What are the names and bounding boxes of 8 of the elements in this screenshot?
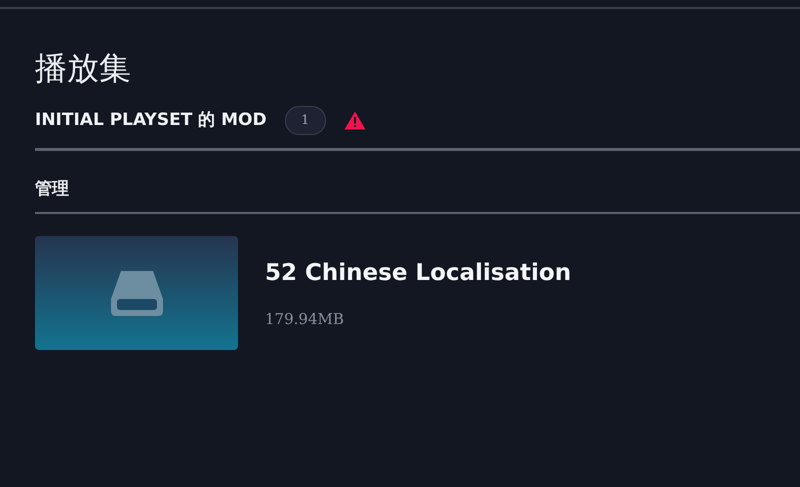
section-heading: 管理 [35, 179, 70, 200]
mod-name: 52 Chinese Localisation [265, 258, 572, 288]
count-badge: 1 [284, 106, 326, 135]
page-title: 播放集 [35, 49, 132, 88]
mod-thumbnail[interactable] [35, 236, 238, 350]
drive-icon [108, 268, 164, 317]
section-heading: INITIAL PLAYSET 的 MOD [35, 108, 267, 132]
mod-size: 179.94MB [265, 309, 345, 330]
